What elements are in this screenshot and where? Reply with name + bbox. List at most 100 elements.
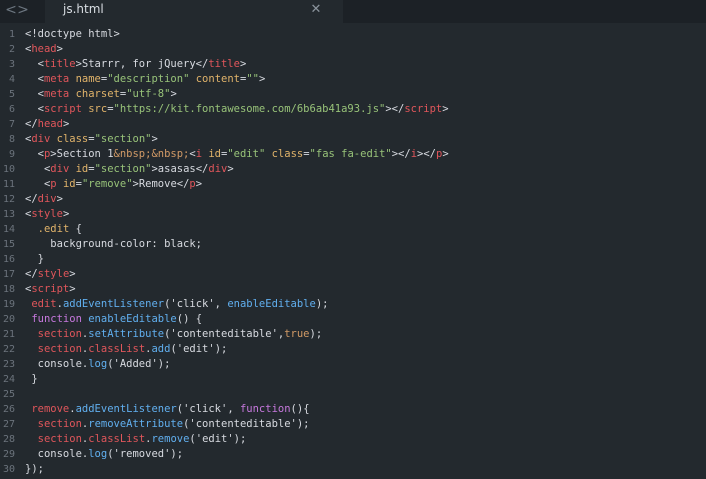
code-token: >Starrr, for jQuery</ xyxy=(75,58,209,70)
line-number: 8 xyxy=(8,134,15,145)
code-token: section xyxy=(37,418,82,430)
code-token: { xyxy=(69,223,82,235)
code-text: </head> xyxy=(25,117,69,132)
code-token: > xyxy=(69,283,76,295)
line-number: 14 xyxy=(2,224,15,235)
code-token: id xyxy=(62,178,76,190)
code-token: ('click', xyxy=(164,298,228,310)
code-token: </ xyxy=(25,193,38,205)
code-token: background-color: black; xyxy=(25,238,203,250)
line-number: 10 xyxy=(2,164,15,175)
code-line[interactable]: 22 section.classList.add('edit'); xyxy=(0,342,706,357)
code-token: "section" xyxy=(94,133,152,145)
code-line[interactable]: 19 edit.addEventListener('click', enable… xyxy=(0,297,706,312)
code-line[interactable]: 23 console.log('Added'); xyxy=(0,357,706,372)
code-token: style xyxy=(31,208,63,220)
code-token: meta xyxy=(43,73,70,85)
code-text: section.removeAttribute('contenteditable… xyxy=(25,417,310,432)
code-line[interactable]: 27 section.removeAttribute('contentedita… xyxy=(0,417,706,432)
code-token: >Section 1 xyxy=(50,148,114,160)
line-number: 18 xyxy=(2,284,15,295)
code-line[interactable]: 30}); xyxy=(0,462,706,477)
line-number: 4 xyxy=(8,74,15,85)
line-number: 1 xyxy=(8,29,15,40)
code-text: <p>Section 1&nbsp;&nbsp;<i id="edit" cla… xyxy=(25,147,449,162)
code-line[interactable]: 16 } xyxy=(0,252,706,267)
code-text: }); xyxy=(25,462,44,477)
code-token: ('click', xyxy=(176,403,240,415)
code-token: ); xyxy=(315,298,329,310)
code-line[interactable]: 15 background-color: black; xyxy=(0,237,706,252)
code-line[interactable]: 3 <title>Starrr, for jQuery</title> xyxy=(0,57,706,72)
line-number: 3 xyxy=(8,59,15,70)
code-token: enableEditable xyxy=(227,298,316,310)
code-line[interactable]: 6 <script src="https://kit.fontawesome.c… xyxy=(0,102,706,117)
code-line[interactable]: 26 remove.addEventListener('click', func… xyxy=(0,402,706,417)
line-number: 19 xyxy=(2,299,15,310)
code-text: <script src="https://kit.fontawesome.com… xyxy=(25,102,449,117)
code-line[interactable]: 14 .edit { xyxy=(0,222,706,237)
code-token: () { xyxy=(176,313,203,325)
line-number: 30 xyxy=(2,464,15,475)
code-line[interactable]: 10 <div id="section">asasas</div> xyxy=(0,162,706,177)
code-text: remove.addEventListener('click', functio… xyxy=(25,402,309,417)
code-text: section.setAttribute('contenteditable',t… xyxy=(25,327,323,342)
code-token: addEventListener xyxy=(75,403,177,415)
code-line[interactable]: 8 <div class="section"> xyxy=(0,132,706,147)
code-token: < xyxy=(25,58,44,70)
code-line[interactable]: 12 </div> xyxy=(0,192,706,207)
code-token: ('Added'); xyxy=(107,358,171,370)
code-line[interactable]: 7 </head> xyxy=(0,117,706,132)
code-token: ></ xyxy=(385,103,405,115)
code-token: name xyxy=(75,73,101,85)
code-token: ('edit'); xyxy=(189,433,247,445)
code-token: edit xyxy=(31,298,57,310)
line-number: 7 xyxy=(8,119,15,130)
code-line[interactable]: 4 <meta name="description" content=""> xyxy=(0,72,706,87)
code-line[interactable]: 13 <style> xyxy=(0,207,706,222)
line-number: 9 xyxy=(8,149,15,160)
code-token: ('contenteditable'); xyxy=(183,418,310,430)
code-line[interactable]: 25 xyxy=(0,387,706,402)
code-token: ></ xyxy=(417,148,436,160)
code-token: "section" xyxy=(94,163,152,175)
code-line[interactable]: 9 <p>Section 1&nbsp;&nbsp;<i id="edit" c… xyxy=(0,147,706,162)
code-line[interactable]: 5 <meta charset="utf-8"> xyxy=(0,87,706,102)
code-line[interactable]: 17 </style> xyxy=(0,267,706,282)
code-token: >asasas</ xyxy=(151,163,209,175)
code-token: "" xyxy=(246,73,259,85)
code-line[interactable]: 18 <script> xyxy=(0,282,706,297)
code-line[interactable]: 28 section.classList.remove('edit'); xyxy=(0,432,706,447)
code-token: console. xyxy=(25,358,89,370)
code-token: script xyxy=(404,103,443,115)
code-line[interactable]: 2 <head> xyxy=(0,42,706,57)
code-line[interactable]: 20 function enableEditable() { xyxy=(0,312,706,327)
code-text: </div> xyxy=(25,192,63,207)
code-token: addEventListener xyxy=(62,298,165,310)
code-line[interactable]: 24 } xyxy=(0,372,706,387)
code-token: > xyxy=(62,118,70,130)
code-text: <head> xyxy=(25,42,63,57)
code-text: <div class="section"> xyxy=(25,132,158,147)
code-token: section xyxy=(37,433,82,445)
close-icon[interactable]: ✕ xyxy=(309,0,323,20)
code-line[interactable]: 29 console.log('removed'); xyxy=(0,447,706,462)
code-token: script xyxy=(31,283,70,295)
code-line[interactable]: 1 <!doctype html> xyxy=(0,27,706,42)
code-line[interactable]: 11 <p id="remove">Remove</p> xyxy=(0,177,706,192)
code-token: div xyxy=(37,193,57,205)
code-text: section.classList.remove('edit'); xyxy=(25,432,247,447)
code-editor[interactable]: 1 <!doctype html> 2 <head> 3 <title>Starrr, … xyxy=(0,27,706,479)
code-token: ('removed'); xyxy=(107,448,184,460)
code-token: content xyxy=(195,73,240,85)
tab-js-html[interactable]: js.html ✕ xyxy=(45,0,343,23)
code-line[interactable]: 21 section.setAttribute('contenteditable… xyxy=(0,327,706,342)
code-token: }); xyxy=(25,463,44,475)
chevron-right-icon[interactable]: > xyxy=(12,0,34,23)
code-token: classList xyxy=(88,433,146,445)
code-token: head xyxy=(37,118,63,130)
code-token: div xyxy=(208,163,228,175)
code-token: > xyxy=(195,178,203,190)
